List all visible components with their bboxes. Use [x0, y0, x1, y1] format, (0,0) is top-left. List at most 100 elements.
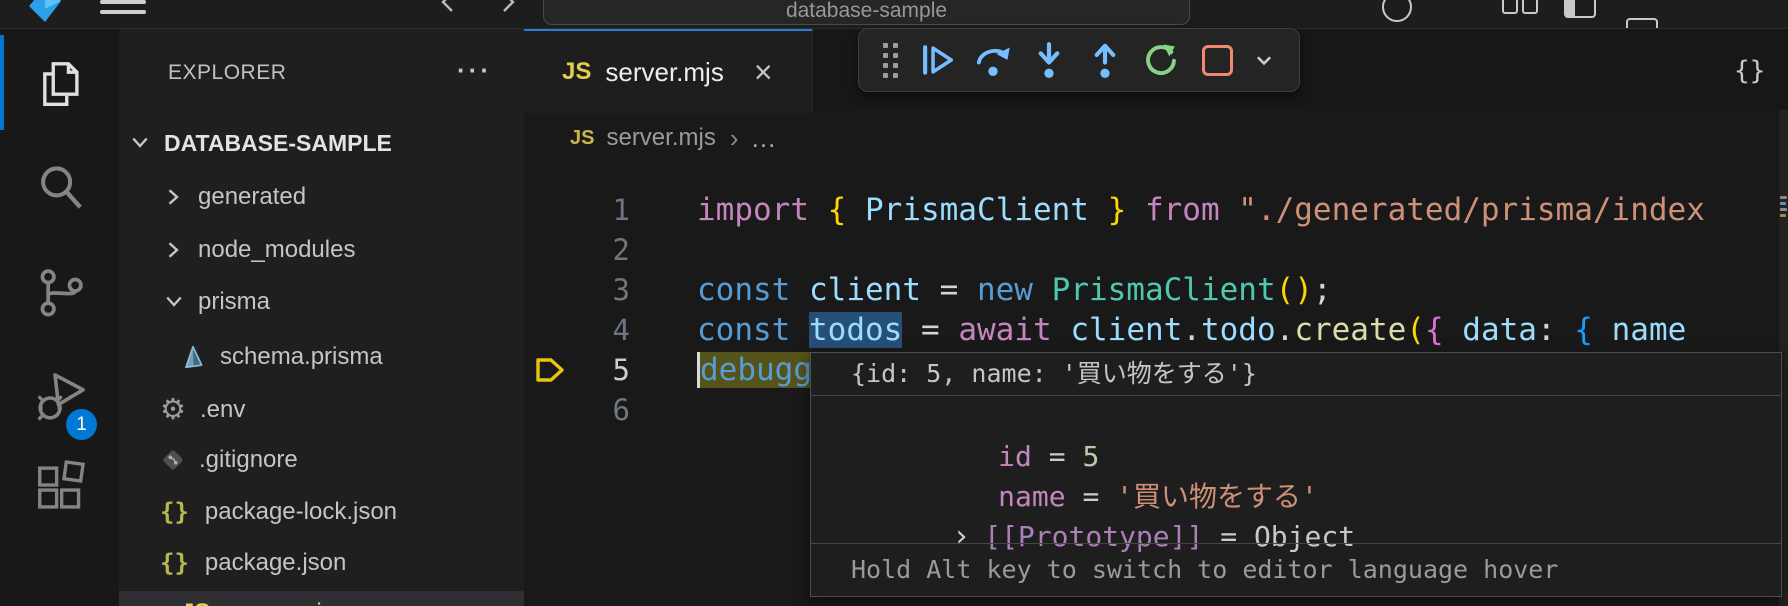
js-file-icon: JS [562, 58, 591, 86]
extensions-icon [33, 458, 87, 512]
tree-item-package-json[interactable]: {} package.json [119, 541, 524, 585]
chevron-down-icon [128, 131, 152, 155]
step-over-icon [973, 40, 1013, 80]
continue-icon [918, 41, 956, 79]
line-number: 3 [560, 270, 630, 310]
item-label: generated [198, 183, 306, 211]
tree-item-node-modules[interactable]: node_modules [119, 228, 524, 272]
restart-icon [1142, 41, 1180, 79]
gear-icon: ⚙ [160, 396, 186, 425]
debug-current-line-icon [534, 354, 568, 386]
item-label: .gitignore [199, 446, 298, 474]
chevron-right-icon [162, 185, 186, 209]
line-number: 4 [560, 310, 630, 350]
explorer-actions-icon[interactable]: ··· [457, 55, 492, 86]
explorer-title: EXPLORER [168, 61, 286, 85]
titlebar: database-sample [0, 0, 1788, 29]
item-label: schema.prisma [220, 343, 383, 371]
item-label: package-lock.json [205, 498, 397, 526]
close-tab-icon[interactable]: × [754, 56, 773, 88]
explorer-header: EXPLORER ··· [119, 55, 524, 95]
code-line-4: const todos = await client.todo.create({… [697, 310, 1779, 350]
breadcrumb-file[interactable]: server.mjs [606, 124, 715, 152]
toggle-sidebar-icon[interactable] [1564, 0, 1596, 18]
debug-toolbar [858, 28, 1300, 92]
sidebar-item-extensions[interactable] [0, 435, 119, 535]
debug-hover-tooltip: {id: 5, name: '買い物をする'} id = 5 name = '買… [810, 352, 1782, 597]
item-label: .env [200, 396, 245, 424]
git-branch-icon [33, 265, 87, 319]
files-icon [33, 57, 87, 111]
item-label: server.mjs [224, 599, 333, 606]
prisma-icon [180, 344, 206, 370]
breadcrumb[interactable]: JS server.mjs › … [524, 110, 1788, 166]
grip-dots-icon [883, 43, 898, 78]
explorer-sidebar: EXPLORER ··· DATABASE-SAMPLE generated n… [119, 28, 524, 606]
debug-badge: 1 [66, 409, 97, 440]
vscode-logo-icon [22, 0, 66, 26]
toolbar-drag-grip[interactable] [871, 34, 909, 86]
chevron-down-icon [1253, 49, 1275, 71]
json-braces-icon: {} [160, 498, 189, 526]
root-folder-label: DATABASE-SAMPLE [164, 130, 392, 157]
line-number: 1 [560, 190, 630, 230]
tree-root-database-sample[interactable]: DATABASE-SAMPLE [119, 121, 524, 165]
item-label: prisma [198, 288, 270, 316]
toggle-panel-icon[interactable] [1626, 18, 1658, 29]
json-braces-icon: {} [160, 549, 189, 577]
sidebar-item-source-control[interactable] [0, 242, 119, 342]
continue-button[interactable] [909, 34, 965, 86]
account-icon[interactable] [1382, 0, 1412, 22]
editor-actions-braces-icon[interactable]: {} [1734, 56, 1765, 86]
activity-bar: 1 [0, 28, 119, 606]
line-number-current: 5 [560, 350, 630, 390]
tab-server-mjs[interactable]: JS server.mjs × [524, 28, 813, 113]
tree-item-gitignore[interactable]: .gitignore [119, 438, 524, 482]
line-number: 2 [560, 230, 630, 270]
item-label: package.json [205, 549, 346, 577]
step-out-icon [1085, 40, 1125, 80]
hover-row-prototype[interactable]: ›[[Prototype]] = Object [811, 477, 1781, 517]
hover-value-preview: {id: 5, name: '買い物をする'} [811, 353, 1781, 396]
line-number: 6 [560, 390, 630, 430]
command-center-search[interactable]: database-sample [543, 0, 1190, 25]
chevron-right-icon [162, 238, 186, 262]
tree-item-env[interactable]: ⚙ .env [119, 388, 524, 432]
search-value: database-sample [786, 0, 947, 24]
step-into-button[interactable] [1021, 34, 1077, 86]
breadcrumb-more[interactable]: … [751, 123, 777, 154]
chevron-down-icon [162, 290, 186, 314]
sidebar-item-search[interactable] [0, 137, 119, 237]
git-file-icon [159, 446, 187, 474]
stop-icon [1202, 45, 1233, 76]
tab-label: server.mjs [605, 57, 723, 88]
hover-row-name: name = '買い物をする' [811, 437, 1781, 477]
code-line-2 [697, 230, 1779, 270]
js-file-icon: JS [181, 599, 210, 606]
stop-button[interactable] [1189, 34, 1245, 86]
item-label: node_modules [198, 236, 355, 264]
step-out-button[interactable] [1077, 34, 1133, 86]
history-back-icon[interactable] [437, 0, 459, 14]
sidebar-item-run-debug[interactable] [0, 348, 119, 448]
code-line-3: const client = new PrismaClient(); [697, 270, 1779, 310]
step-over-button[interactable] [965, 34, 1021, 86]
code-line-1: import { PrismaClient } from "./generate… [697, 190, 1779, 230]
vscode-window: database-sample [0, 0, 1788, 606]
search-icon [33, 160, 87, 214]
step-into-icon [1029, 40, 1069, 80]
split-editor-icon[interactable] [1502, 0, 1538, 14]
breadcrumb-separator-icon: › [730, 123, 739, 154]
tree-item-package-lock[interactable]: {} package-lock.json [119, 490, 524, 534]
hover-row-id: id = 5 [811, 397, 1781, 437]
js-file-icon: JS [570, 127, 594, 150]
debug-session-dropdown[interactable] [1245, 34, 1283, 86]
tree-item-schema-prisma[interactable]: schema.prisma [119, 335, 524, 379]
hover-footer-hint: Hold Alt key to switch to editor languag… [811, 543, 1781, 596]
tree-item-prisma[interactable]: prisma [119, 280, 524, 324]
history-forward-icon[interactable] [497, 0, 519, 14]
restart-button[interactable] [1133, 34, 1189, 86]
tree-item-generated[interactable]: generated [119, 175, 524, 219]
sidebar-item-explorer[interactable] [0, 34, 119, 134]
tree-item-server-mjs-selected[interactable]: JS server.mjs [119, 591, 524, 606]
